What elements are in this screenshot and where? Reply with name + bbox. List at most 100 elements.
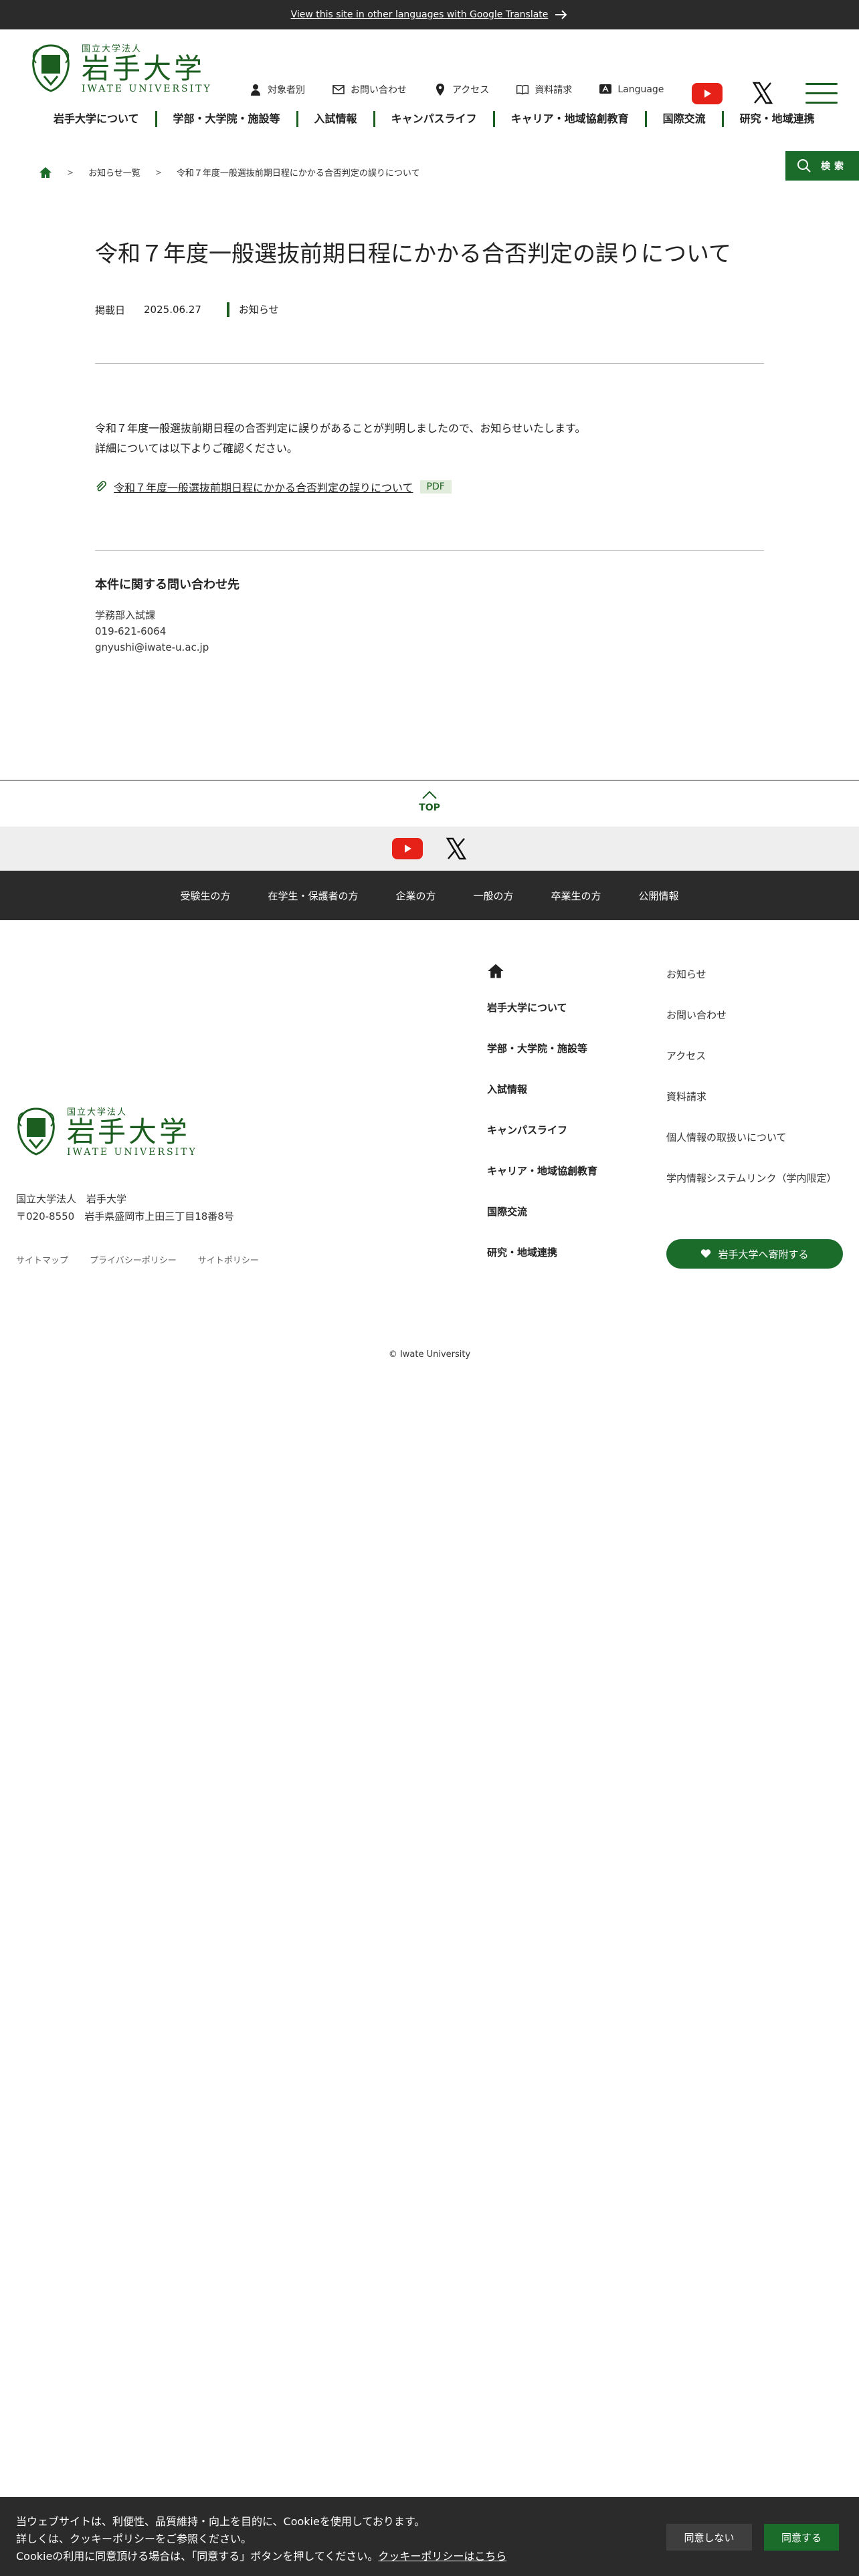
- util-language[interactable]: Language: [599, 83, 664, 96]
- footer-policy-links: サイトマップ プライバシーポリシー サイトポリシー: [16, 1253, 259, 1266]
- footer-sub-nav: お知らせ お問い合わせ アクセス 資料請求 個人情報の取扱いについて 学内情報シ…: [666, 967, 837, 1212]
- audience-students-parents[interactable]: 在学生・保護者の方: [268, 889, 358, 903]
- site-logo[interactable]: 国立大学法人 岩手大学 IWATE UNIVERSITY: [29, 41, 212, 94]
- footer-nav-research[interactable]: 研究・地域連携: [487, 1245, 597, 1286]
- gnav-faculties[interactable]: 学部・大学院・施設等: [155, 111, 296, 127]
- cookie-policy-link[interactable]: クッキーポリシーはこちら: [378, 2550, 506, 2563]
- util-contact-label: お問い合わせ: [351, 85, 407, 96]
- pdf-badge: PDF: [419, 480, 452, 494]
- footer-nav-news[interactable]: お知らせ: [666, 967, 837, 1008]
- chevron-right-icon: >: [155, 167, 162, 177]
- audience-alumni[interactable]: 卒業生の方: [551, 889, 601, 903]
- logo-title: 岩手大学: [82, 52, 205, 85]
- google-translate-link[interactable]: View this site in other languages with G…: [291, 9, 569, 20]
- cookie-deny-button[interactable]: 同意しない: [666, 2524, 752, 2551]
- paperclip-icon: [96, 481, 106, 492]
- footer-nav-intranet[interactable]: 学内情報システムリンク（学内限定）: [666, 1171, 837, 1212]
- date-label: 掲載日: [95, 304, 126, 316]
- footer-nav-access[interactable]: アクセス: [666, 1049, 837, 1089]
- footer-nav-admissions[interactable]: 入試情報: [487, 1082, 597, 1123]
- gnav-research[interactable]: 研究・地域連携: [721, 111, 831, 127]
- donate-button[interactable]: 岩手大学へ寄附する: [666, 1239, 843, 1269]
- language-icon: [599, 84, 612, 94]
- heart-icon: [701, 1249, 711, 1258]
- totop-label: TOP: [419, 802, 440, 813]
- privacy-policy-link[interactable]: プライバシーポリシー: [90, 1253, 177, 1266]
- x-twitter-icon[interactable]: [752, 82, 773, 104]
- breadcrumb: > お知らせ一覧 > 令和７年度一般選抜前期日程にかかる合否判定の誤りについて: [39, 166, 420, 179]
- gnav-admissions[interactable]: 入試情報: [296, 111, 373, 127]
- breadcrumb-news-list[interactable]: お知らせ一覧: [88, 166, 140, 179]
- gnav-career[interactable]: キャリア・地域協創教育: [492, 111, 645, 127]
- cookie-line: Cookieの利用に同意頂ける場合は、「同意する」ボタンを押してください。: [16, 2550, 379, 2563]
- chevron-up-icon: [422, 790, 437, 799]
- arrow-right-icon: [555, 10, 567, 19]
- book-icon: [516, 84, 529, 95]
- contact-email: gnyushi@iwate-u.ac.jp: [95, 641, 209, 653]
- site-header: 国立大学法人 岩手大学 IWATE UNIVERSITY 対象者別 お問い合わせ…: [0, 29, 859, 104]
- breadcrumb-current: 令和７年度一般選抜前期日程にかかる合否判定の誤りについて: [176, 169, 420, 179]
- global-nav: 岩手大学について 学部・大学院・施設等 入試情報 キャンパスライフ キャリア・地…: [40, 111, 831, 127]
- gnav-campus-life[interactable]: キャンパスライフ: [373, 111, 493, 127]
- footer-home-link[interactable]: [487, 963, 597, 982]
- youtube-link[interactable]: [692, 83, 723, 104]
- util-audience-label: 対象者別: [268, 85, 305, 96]
- util-brochure[interactable]: 資料請求: [516, 83, 572, 96]
- footer-nav-campus-life[interactable]: キャンパスライフ: [487, 1123, 597, 1164]
- util-audience[interactable]: 対象者別: [249, 83, 305, 96]
- footer-nav-about[interactable]: 岩手大学について: [487, 1000, 597, 1041]
- util-language-label: Language: [617, 84, 664, 95]
- translate-link-label: View this site in other languages with G…: [290, 9, 549, 20]
- util-contact[interactable]: お問い合わせ: [332, 83, 407, 96]
- audience-nav: 受験生の方 在学生・保護者の方 企業の方 一般の方 卒業生の方 公開情報: [0, 871, 859, 920]
- footer-main-nav: 岩手大学について 学部・大学院・施設等 入試情報 キャンパスライフ キャリア・地…: [487, 963, 597, 1286]
- category-tag[interactable]: お知らせ: [226, 302, 279, 317]
- audience-general[interactable]: 一般の方: [474, 889, 514, 903]
- cookie-line: 詳しくは、クッキーポリシーをご参照ください。: [16, 2533, 252, 2545]
- footer-org-name: 国立大学法人 岩手大学: [16, 1193, 127, 1205]
- hamburger-menu-button[interactable]: [805, 83, 838, 104]
- footer-logo[interactable]: 国立大学法人 岩手大学 IWATE UNIVERSITY: [15, 1105, 197, 1158]
- menu-line-icon: [805, 92, 838, 94]
- logo-english: IWATE UNIVERSITY: [82, 84, 212, 94]
- person-icon: [251, 84, 260, 96]
- search-button[interactable]: 検索: [785, 151, 859, 181]
- gnav-international[interactable]: 国際交流: [644, 111, 722, 127]
- map-pin-icon: [436, 84, 444, 96]
- footer-nav-international[interactable]: 国際交流: [487, 1204, 597, 1245]
- cookie-banner: 当ウェブサイトは、利便性、品質維持・向上を目的に、Cookieを使用しております…: [0, 2497, 859, 2576]
- social-band: [0, 827, 859, 871]
- x-twitter-icon[interactable]: [446, 837, 467, 860]
- sitemap-link[interactable]: サイトマップ: [16, 1253, 68, 1266]
- cookie-line: 当ウェブサイトは、利便性、品質維持・向上を目的に、Cookieを使用しております…: [16, 2515, 425, 2528]
- gnav-about[interactable]: 岩手大学について: [40, 111, 155, 127]
- menu-line-icon: [805, 83, 838, 85]
- footer-nav-career[interactable]: キャリア・地域協創教育: [487, 1164, 597, 1204]
- divider: [95, 550, 764, 551]
- contact-phone: 019-621-6064: [95, 625, 167, 637]
- footer-nav-privacy[interactable]: 個人情報の取扱いについて: [666, 1130, 837, 1171]
- cookie-accept-button[interactable]: 同意する: [764, 2524, 839, 2551]
- site-policy-link[interactable]: サイトポリシー: [198, 1253, 259, 1266]
- footer-nav-contact[interactable]: お問い合わせ: [666, 1008, 837, 1049]
- search-icon: [797, 159, 811, 173]
- footer-logo-english: IWATE UNIVERSITY: [67, 1147, 197, 1158]
- util-access[interactable]: アクセス: [434, 83, 489, 96]
- footer-nav-faculties[interactable]: 学部・大学院・施設等: [487, 1041, 597, 1082]
- contact-section: 本件に関する問い合わせ先 学務部入試課 019-621-6064 gnyushi…: [95, 575, 240, 655]
- attachment-label[interactable]: 令和７年度一般選抜前期日程にかかる合否判定の誤りについて: [114, 479, 413, 495]
- youtube-play-icon: [405, 845, 411, 853]
- audience-public-info[interactable]: 公開情報: [639, 889, 679, 903]
- audience-applicants[interactable]: 受験生の方: [180, 889, 230, 903]
- cookie-message: 当ウェブサイトは、利便性、品質維持・向上を目的に、Cookieを使用しております…: [16, 2513, 506, 2565]
- contact-heading: 本件に関する問い合わせ先: [95, 578, 240, 592]
- body-line: 詳細については以下よりご確認ください。: [95, 442, 298, 455]
- attachment-link[interactable]: 令和７年度一般選抜前期日程にかかる合否判定の誤りについて PDF: [95, 479, 452, 495]
- audience-companies[interactable]: 企業の方: [395, 889, 436, 903]
- back-to-top-button[interactable]: TOP: [0, 780, 859, 827]
- footer-youtube-link[interactable]: [392, 838, 423, 859]
- contact-dept: 学務部入試課: [95, 609, 156, 621]
- home-icon[interactable]: [39, 167, 52, 179]
- translate-bar: View this site in other languages with G…: [0, 0, 859, 29]
- footer-nav-brochure[interactable]: 資料請求: [666, 1089, 837, 1130]
